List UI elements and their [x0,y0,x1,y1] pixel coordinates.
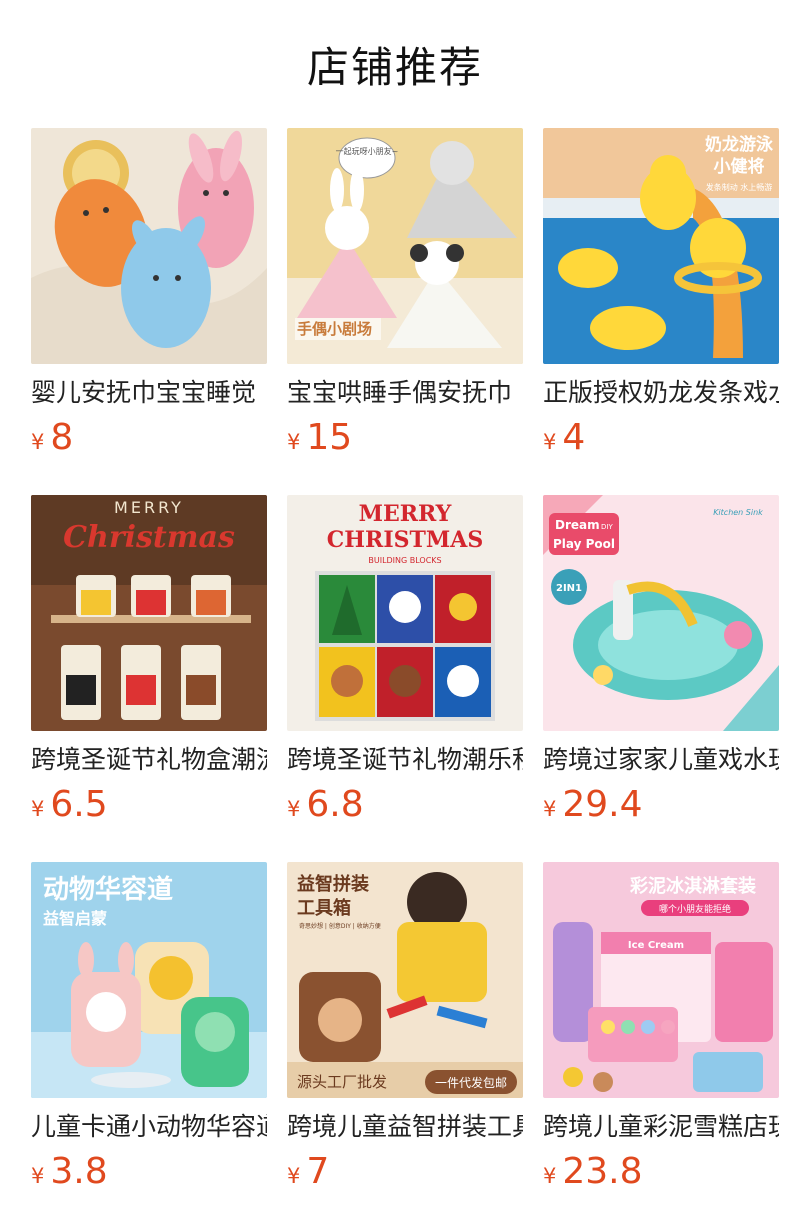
product-price: ¥6.8 [287,783,523,827]
product-name[interactable]: 宝宝哄睡手偶安抚巾 [287,376,523,410]
product-card[interactable]: MERRY Christmas 跨境圣诞节礼物盒潮流 ¥6.5 [31,495,267,827]
product-name[interactable]: 跨境圣诞节礼物潮乐积 [287,743,523,777]
currency-symbol: ¥ [287,797,301,821]
image-caption: DIY [601,523,613,531]
product-price: ¥3.8 [31,1150,267,1194]
product-name[interactable]: 正版授权奶龙发条戏水 [543,376,779,410]
assembly-tool-box-image[interactable]: 益智拼装 工具箱 奇思妙想 | 创意DIY | 收纳方便 源头工厂批发 一件代发… [287,862,523,1098]
image-caption: 奶龙游泳 [705,134,774,155]
image-caption: 一件代发包邮 [435,1075,507,1090]
price-value: 23.8 [562,1151,643,1192]
image-caption: 小健将 [714,156,765,177]
christmas-block-gift-box-image[interactable]: MERRY Christmas [31,495,267,731]
image-caption: 彩泥冰淇淋套装 [629,875,756,897]
image-caption: 发条制动 水上畅游 [706,182,773,192]
hand-puppet-comforter-image[interactable]: 一起玩呀小朋友~ 手偶小剧场 [287,128,523,364]
price-value: 15 [306,417,353,458]
clay-ice-cream-shop-image[interactable]: 彩泥冰淇淋套装 哪个小朋友能拒绝 Ice Cream [543,862,779,1098]
product-price: ¥23.8 [543,1150,779,1194]
product-card[interactable]: 婴儿安抚巾宝宝睡觉 ¥8 [31,128,267,460]
image-caption: 哪个小朋友能拒绝 [659,903,731,915]
image-caption: Dream [555,518,600,532]
page-header: 店铺推荐 [0,0,790,128]
product-name[interactable]: 儿童卡通小动物华容道 [31,1110,267,1144]
image-caption: MERRY [114,498,184,517]
christmas-building-blocks-image[interactable]: MERRY CHRISTMAS BUILDING BLOCKS [287,495,523,731]
product-card[interactable]: 奶龙游泳 小健将 发条制动 水上畅游 正版授权奶龙发条戏水 ¥4 [543,128,779,460]
image-caption: 一起玩呀小朋友~ [336,146,399,156]
product-card[interactable]: Dream DIY Play Pool Kitchen Sink 2IN1 跨境… [543,495,779,827]
currency-symbol: ¥ [31,797,45,821]
currency-symbol: ¥ [287,430,301,454]
product-price: ¥4 [543,416,779,460]
product-name[interactable]: 跨境圣诞节礼物盒潮流 [31,743,267,777]
image-caption: Play Pool [553,537,615,551]
image-caption: BUILDING BLOCKS [368,556,441,565]
price-value: 4 [562,417,586,458]
plush-bunny-comforter-image[interactable] [31,128,267,364]
currency-symbol: ¥ [543,797,557,821]
price-value: 6.8 [306,784,364,825]
product-card[interactable]: 动物华容道 益智启蒙 儿童卡通小动物华容道 ¥3.8 [31,862,267,1194]
image-caption: 益智启蒙 [43,909,107,928]
play-pool-kitchen-toy-image[interactable]: Dream DIY Play Pool Kitchen Sink 2IN1 [543,495,779,731]
product-card[interactable]: 益智拼装 工具箱 奇思妙想 | 创意DIY | 收纳方便 源头工厂批发 一件代发… [287,862,523,1194]
image-caption: 源头工厂批发 [297,1073,387,1091]
product-price: ¥6.5 [31,783,267,827]
product-price: ¥15 [287,416,523,460]
product-card[interactable]: 彩泥冰淇淋套装 哪个小朋友能拒绝 Ice Cream 跨境儿童彩泥雪糕店玩 ¥2… [543,862,779,1194]
image-caption: 手偶小剧场 [297,320,372,338]
product-name[interactable]: 跨境儿童益智拼装工具 [287,1110,523,1144]
product-price: ¥7 [287,1150,523,1194]
yellow-duck-bath-toy-image[interactable]: 奶龙游泳 小健将 发条制动 水上畅游 [543,128,779,364]
price-value: 3.8 [50,1151,108,1192]
product-card[interactable]: 一起玩呀小朋友~ 手偶小剧场 宝宝哄睡手偶安抚巾 ¥15 [287,128,523,460]
product-name[interactable]: 跨境儿童彩泥雪糕店玩 [543,1110,779,1144]
product-card[interactable]: MERRY CHRISTMAS BUILDING BLOCKS 跨境圣诞节礼物潮… [287,495,523,827]
price-value: 6.5 [50,784,108,825]
page-title: 店铺推荐 [306,42,483,92]
image-caption: CHRISTMAS [327,527,483,553]
product-name[interactable]: 跨境过家家儿童戏水玩 [543,743,779,777]
currency-symbol: ¥ [31,430,45,454]
image-caption: Christmas [63,520,235,555]
image-caption: Ice Cream [628,940,684,951]
currency-symbol: ¥ [287,1164,301,1188]
price-value: 7 [306,1151,330,1192]
image-caption: Kitchen Sink [713,508,763,517]
price-value: 29.4 [562,784,643,825]
image-caption: 2IN1 [556,583,582,594]
image-caption: 益智拼装 [297,873,369,895]
image-caption: 动物华容道 [43,874,173,905]
currency-symbol: ¥ [543,1164,557,1188]
image-caption: 工具箱 [297,897,351,919]
currency-symbol: ¥ [31,1164,45,1188]
product-price: ¥29.4 [543,783,779,827]
product-price: ¥8 [31,416,267,460]
image-caption: 奇思妙想 | 创意DIY | 收纳方便 [299,922,381,930]
product-name[interactable]: 婴儿安抚巾宝宝睡觉 [31,376,267,410]
currency-symbol: ¥ [543,430,557,454]
animal-slide-puzzle-image[interactable]: 动物华容道 益智启蒙 [31,862,267,1098]
price-value: 8 [50,417,74,458]
image-caption: MERRY [359,501,452,527]
